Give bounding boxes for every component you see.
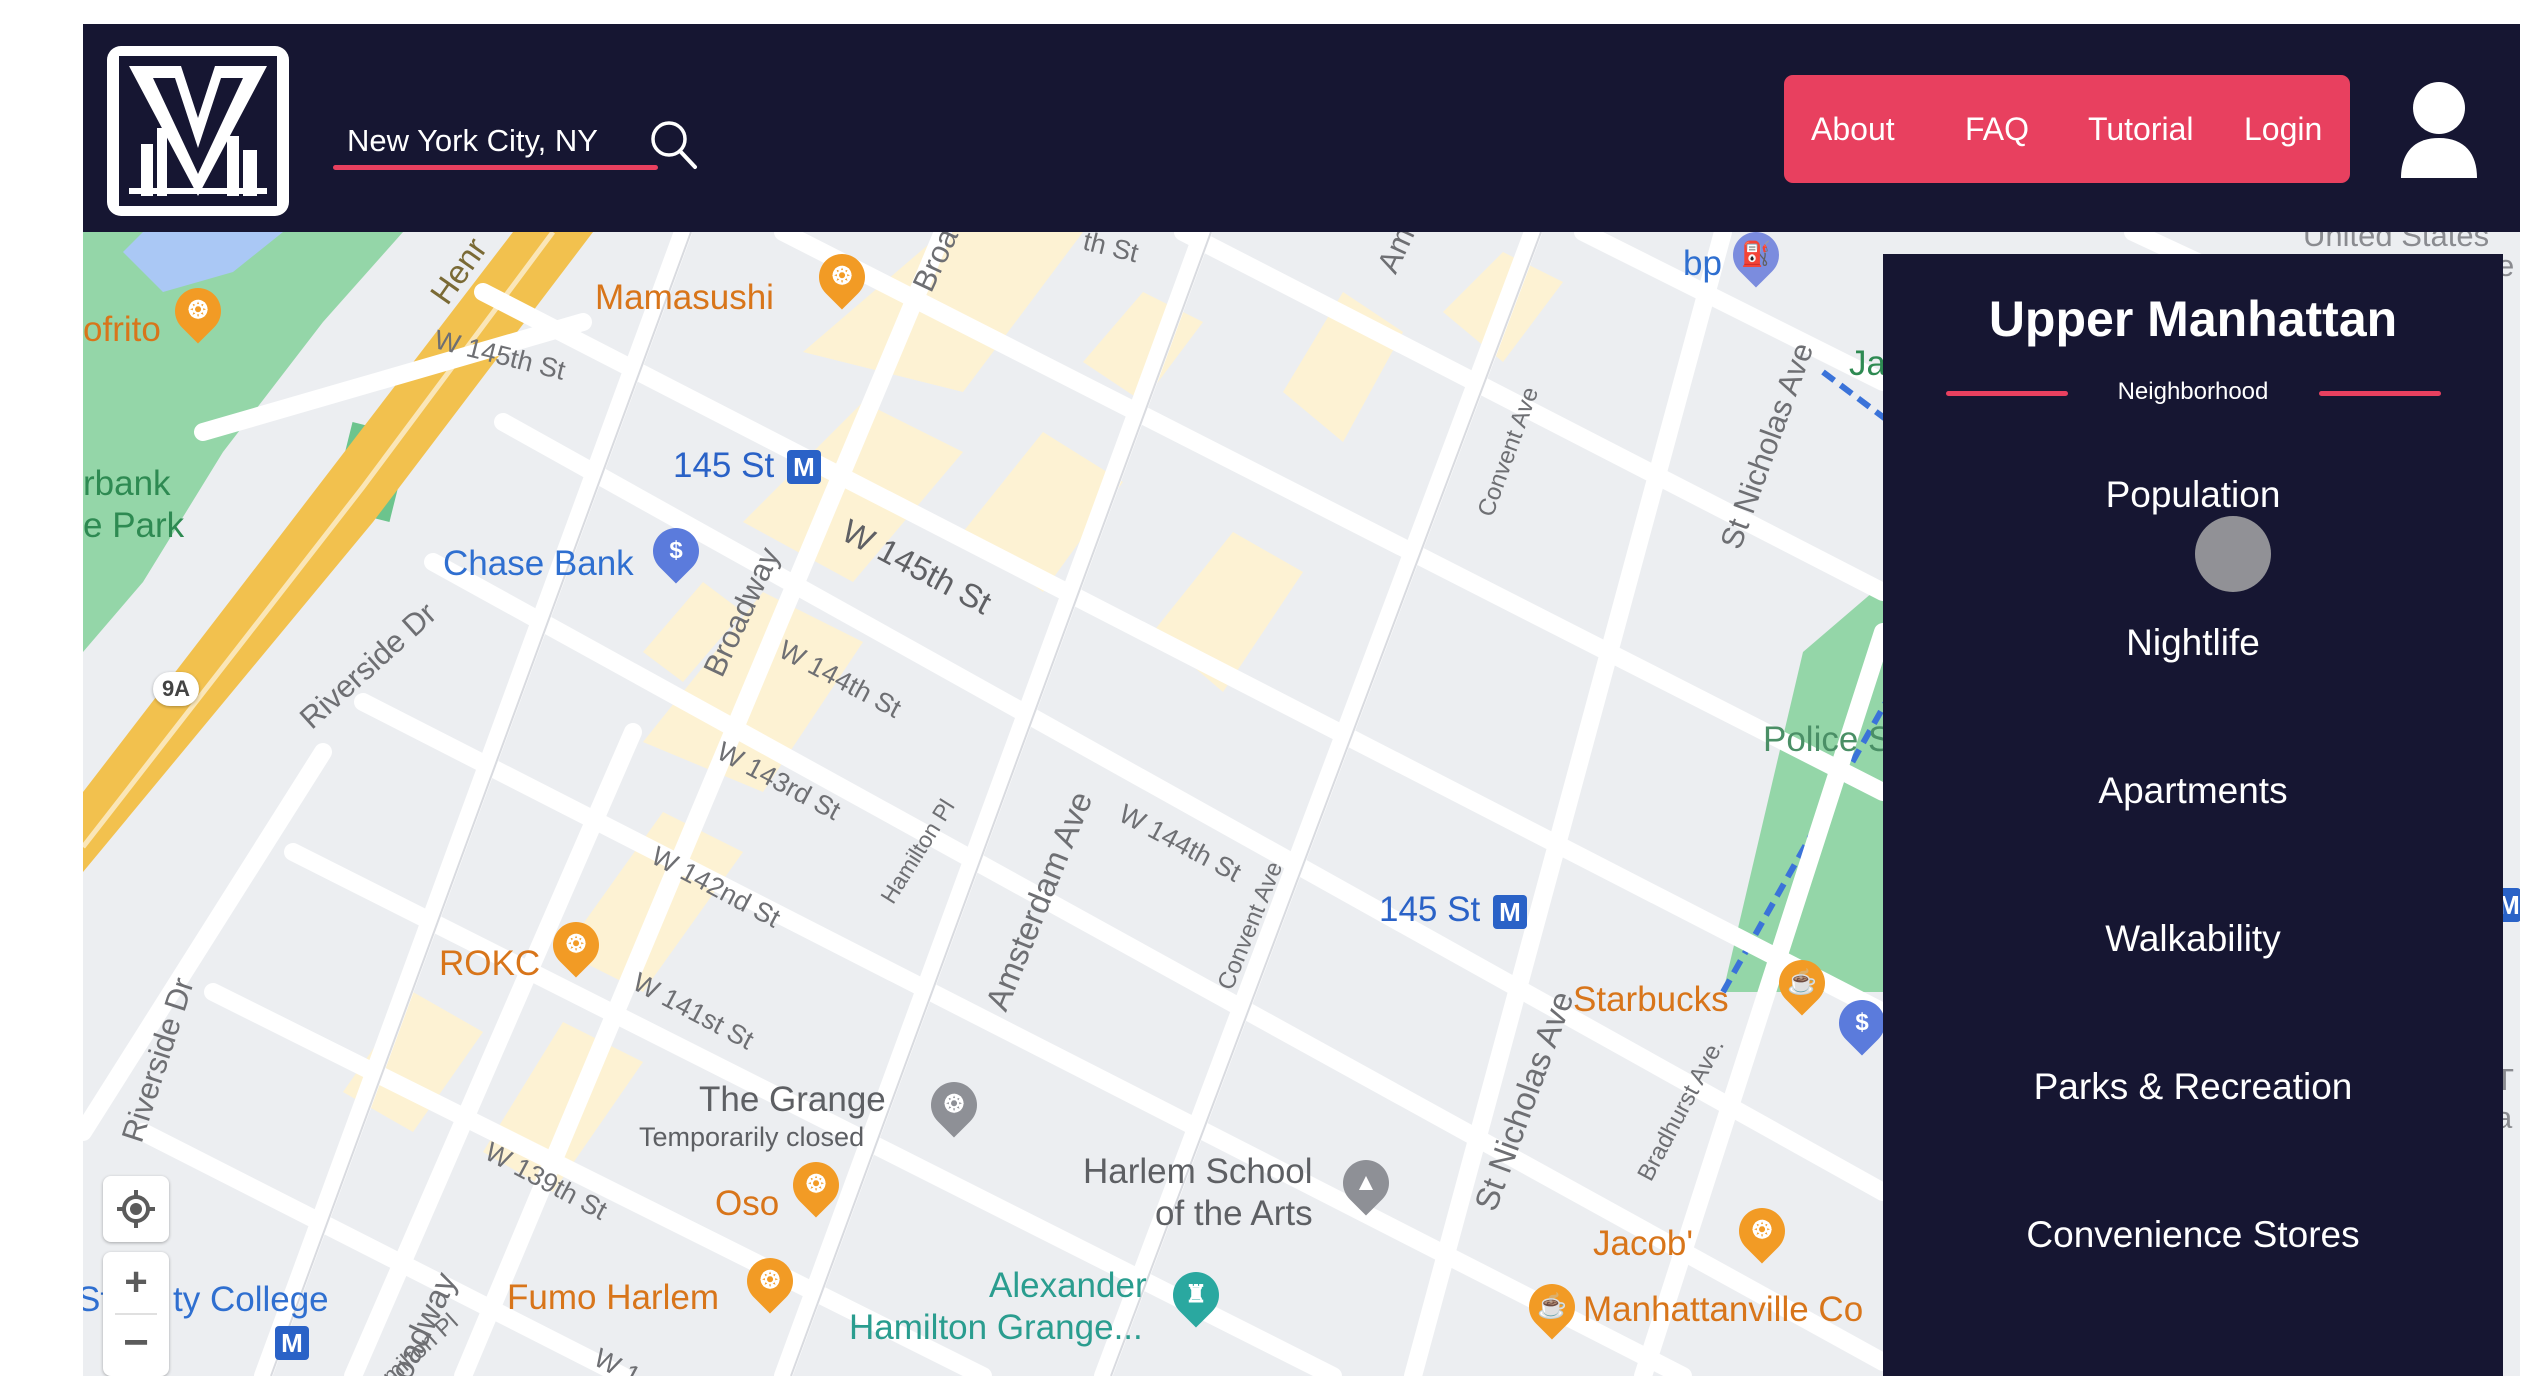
map-label-manhattanville: Manhattanville Co	[1583, 1290, 1864, 1329]
route-9a-shield: 9A	[153, 672, 199, 706]
map-label-station-145-b: 145 St	[1379, 890, 1481, 929]
subway-icon[interactable]: M	[1493, 895, 1527, 929]
subtitle-line-right	[2319, 391, 2441, 396]
user-avatar-icon[interactable]	[2399, 82, 2479, 178]
map-label-chase-bank: Chase Bank	[443, 544, 634, 583]
nav-tutorial-link[interactable]: Tutorial	[2088, 75, 2194, 183]
neighborhood-title: Upper Manhattan	[1988, 291, 2398, 347]
map-label-fumo-harlem: Fumo Harlem	[507, 1278, 719, 1317]
map-label-riverbank-2: e Park	[83, 506, 185, 545]
restaurant-pin-icon[interactable]: ❂	[165, 278, 231, 344]
nav-menu: About FAQ Tutorial Login	[1784, 75, 2350, 183]
map-label-starbucks: Starbucks	[1573, 980, 1729, 1019]
my-location-button[interactable]	[103, 1176, 169, 1242]
restaurant-pin-icon[interactable]: ❂	[543, 912, 609, 978]
school-pin-icon[interactable]: ▲	[1333, 1150, 1399, 1216]
cafe-pin-icon[interactable]: ☕	[1769, 950, 1835, 1016]
zoom-controls: + −	[103, 1252, 169, 1376]
skyline-logo-icon	[119, 56, 277, 206]
neighborhood-panel: Upper Manhattan Neighborhood Population …	[1883, 254, 2503, 1376]
landmark-pin-icon[interactable]: ♜	[1163, 1262, 1229, 1328]
map-label-city-college: ty College	[173, 1280, 329, 1319]
category-nightlife[interactable]: Nightlife	[1883, 622, 2503, 664]
map-label-harlem-school-1: Harlem School	[1083, 1152, 1313, 1191]
category-population[interactable]: Population	[1883, 474, 2503, 516]
category-apartments[interactable]: Apartments	[1883, 770, 2503, 812]
nav-login-link[interactable]: Login	[2244, 75, 2322, 183]
category-walkability[interactable]: Walkability	[1883, 918, 2503, 960]
cafe-pin-icon[interactable]: ☕	[1519, 1274, 1585, 1340]
navbar: About FAQ Tutorial Login	[83, 24, 2520, 232]
neighborhood-subtitle: Neighborhood	[2117, 378, 2269, 405]
mouse-cursor-indicator	[2195, 516, 2271, 592]
subway-icon[interactable]: M	[787, 450, 821, 484]
nav-faq-link[interactable]: FAQ	[1965, 75, 2029, 183]
subtitle-line-left	[1946, 391, 2068, 396]
subway-icon[interactable]: M	[275, 1326, 309, 1360]
map-label-ja: Ja	[1849, 344, 1886, 383]
zoom-out-button[interactable]: −	[103, 1314, 169, 1374]
site-logo[interactable]	[107, 46, 289, 216]
map-label-grange-status: Temporarily closed	[639, 1122, 865, 1152]
map-label-bp: bp	[1683, 244, 1722, 283]
search-icon[interactable]	[649, 119, 699, 171]
category-convenience-stores[interactable]: Convenience Stores	[1883, 1214, 2503, 1256]
map-label-riverbank-1: rbank	[83, 464, 171, 503]
search-underline	[333, 165, 658, 170]
map-label-police: Police S	[1763, 720, 1892, 759]
locate-icon	[117, 1190, 155, 1228]
restaurant-pin-icon[interactable]: ❂	[783, 1152, 849, 1218]
map-label-oso: Oso	[715, 1184, 780, 1223]
category-parks-recreation[interactable]: Parks & Recreation	[1883, 1066, 2503, 1108]
restaurant-pin-icon[interactable]: ❂	[921, 1072, 987, 1138]
map-label-harlem-school-2: of the Arts	[1155, 1194, 1313, 1233]
map-label-ofrito: ofrito	[83, 310, 161, 349]
restaurant-pin-icon[interactable]: ❂	[1729, 1198, 1795, 1264]
location-search-input[interactable]	[339, 119, 647, 163]
restaurant-pin-icon[interactable]: ❂	[737, 1248, 803, 1314]
bank-pin-icon[interactable]: $	[643, 518, 709, 584]
map-label-united-states: United States	[2303, 232, 2490, 253]
map-label-jacob: Jacob'	[1593, 1224, 1694, 1263]
nav-about-link[interactable]: About	[1811, 75, 1895, 183]
map-label-alexander-1: Alexander	[989, 1266, 1147, 1305]
map-label-rokc: ROKC	[439, 944, 541, 983]
map-label-mamasushi: Mamasushi	[595, 278, 774, 317]
app-window: About FAQ Tutorial Login	[83, 24, 2520, 1376]
map-label-the-grange: The Grange	[699, 1080, 886, 1119]
map-label-alexander-2: Hamilton Grange...	[849, 1308, 1143, 1347]
restaurant-pin-icon[interactable]: ❂	[809, 244, 875, 310]
zoom-in-button[interactable]: +	[103, 1252, 169, 1312]
map-label-station-145-a: 145 St	[673, 446, 775, 485]
